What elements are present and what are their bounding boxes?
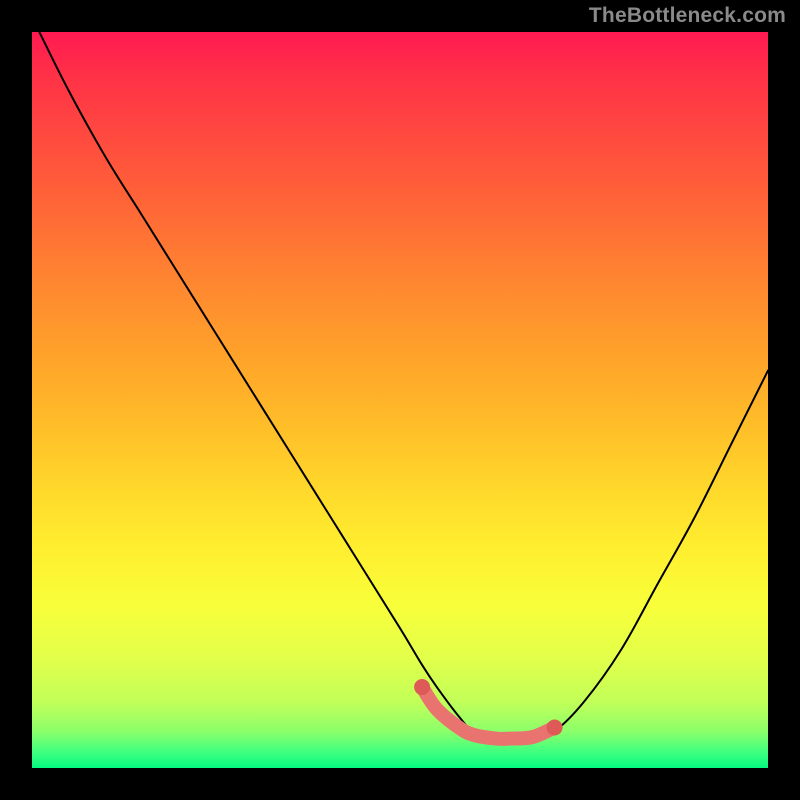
chart-stage: TheBottleneck.com [0, 0, 800, 800]
curve-svg [32, 32, 768, 768]
bottleneck-curve [39, 32, 768, 739]
gradient-plot-area [32, 32, 768, 768]
optimal-range-end-dot [547, 720, 563, 736]
optimal-range-end-dot [414, 679, 430, 695]
watermark-text: TheBottleneck.com [589, 4, 786, 28]
